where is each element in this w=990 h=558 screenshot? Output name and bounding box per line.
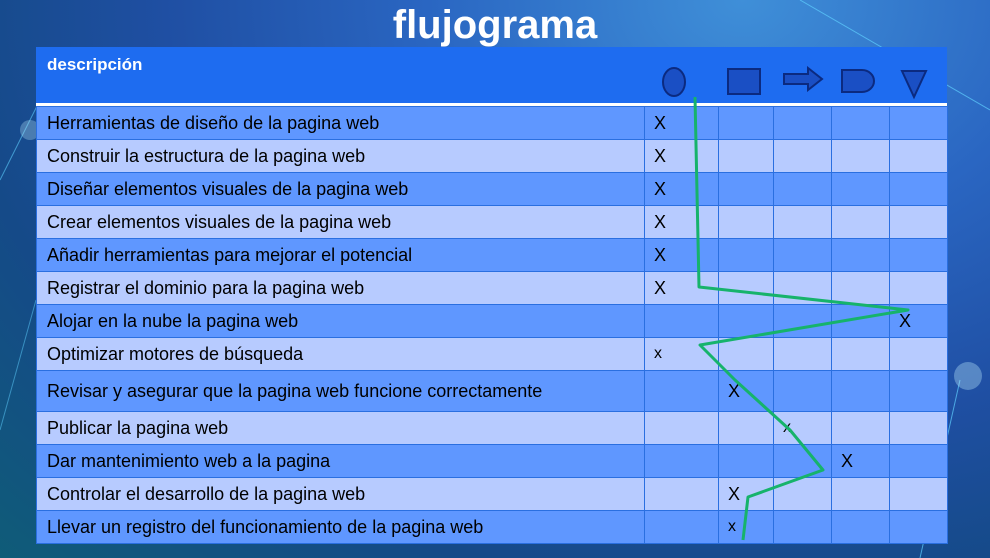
mark-cell (831, 411, 890, 445)
mark-cell (889, 238, 948, 272)
mark-cell: x (644, 337, 719, 371)
table-row: Alojar en la nube la pagina web X (36, 304, 948, 338)
table-row: Crear elementos visuales de la pagina we… (36, 205, 948, 239)
mark-cell (889, 271, 948, 305)
mark-cell (718, 238, 774, 272)
mark-cell (889, 370, 948, 412)
row-description: Diseñar elementos visuales de la pagina … (36, 172, 645, 206)
mark-cell (831, 477, 890, 511)
table-row: Llevar un registro del funcionamiento de… (36, 510, 948, 544)
mark-cell (773, 205, 832, 239)
mark-cell (644, 477, 719, 511)
table-row: Optimizar motores de búsqueda x (36, 337, 948, 371)
mark-cell (831, 106, 890, 140)
mark-cell (773, 477, 832, 511)
table-row: Registrar el dominio para la pagina web X (36, 271, 948, 305)
mark-cell (718, 411, 774, 445)
mark-cell (644, 510, 719, 544)
mark-cell: X (718, 477, 774, 511)
mark-cell (889, 337, 948, 371)
row-description: Añadir herramientas para mejorar el pote… (36, 238, 645, 272)
row-description: Crear elementos visuales de la pagina we… (36, 205, 645, 239)
mark-cell (773, 106, 832, 140)
mark-cell (644, 370, 719, 412)
row-description: Llevar un registro del funcionamiento de… (36, 510, 645, 544)
table-row: Controlar el desarrollo de la pagina web… (36, 477, 948, 511)
mark-cell: X (831, 444, 890, 478)
row-description: Revisar y asegurar que la pagina web fun… (36, 370, 645, 412)
row-description: Dar mantenimiento web a la pagina (36, 444, 645, 478)
row-description: Optimizar motores de búsqueda (36, 337, 645, 371)
mark-cell (889, 205, 948, 239)
mark-cell (889, 411, 948, 445)
mark-cell (889, 444, 948, 478)
mark-cell: X (644, 106, 719, 140)
mark-cell: x (773, 411, 832, 445)
mark-cell (773, 444, 832, 478)
mark-cell (773, 238, 832, 272)
activity-table: Herramientas de diseño de la pagina web X… (36, 106, 948, 544)
row-description: Controlar el desarrollo de la pagina web (36, 477, 645, 511)
mark-cell (718, 304, 774, 338)
mark-cell: X (644, 139, 719, 173)
row-description: Publicar la pagina web (36, 411, 645, 445)
mark-cell (718, 205, 774, 239)
mark-cell: X (889, 304, 948, 338)
mark-cell (644, 444, 719, 478)
mark-cell (773, 172, 832, 206)
mark-cell (718, 106, 774, 140)
table-row: Diseñar elementos visuales de la pagina … (36, 172, 948, 206)
mark-cell (889, 510, 948, 544)
mark-cell: x (718, 510, 774, 544)
mark-cell (889, 172, 948, 206)
table-row: Revisar y asegurar que la pagina web fun… (36, 370, 948, 412)
mark-cell: X (644, 172, 719, 206)
page-title: flujograma (392, 3, 598, 47)
mark-cell (773, 271, 832, 305)
table-row: Dar mantenimiento web a la pagina X (36, 444, 948, 478)
mark-cell: X (644, 238, 719, 272)
mark-cell (773, 304, 832, 338)
arrow-icon (783, 66, 824, 92)
mark-cell (773, 510, 832, 544)
mark-cell (831, 304, 890, 338)
mark-cell (718, 172, 774, 206)
mark-cell: X (644, 205, 719, 239)
mark-cell (831, 510, 890, 544)
triangle-icon (900, 70, 928, 100)
mark-cell (831, 172, 890, 206)
description-header: descripción (47, 55, 143, 74)
mark-cell (889, 477, 948, 511)
mark-cell (718, 444, 774, 478)
table-row: Publicar la pagina web x (36, 411, 948, 445)
mark-cell (831, 139, 890, 173)
delay-icon (841, 69, 875, 93)
mark-cell (718, 139, 774, 173)
row-description: Construir la estructura de la pagina web (36, 139, 645, 173)
mark-cell (831, 370, 890, 412)
mark-cell (889, 139, 948, 173)
mark-cell (718, 271, 774, 305)
mark-cell: X (644, 271, 719, 305)
mark-cell (831, 238, 890, 272)
table-row: Construir la estructura de la pagina web… (36, 139, 948, 173)
mark-cell (831, 337, 890, 371)
mark-cell (644, 304, 719, 338)
table-row: Añadir herramientas para mejorar el pote… (36, 238, 948, 272)
row-description: Herramientas de diseño de la pagina web (36, 106, 645, 140)
mark-cell (889, 106, 948, 140)
mark-cell (644, 411, 719, 445)
mark-cell (718, 337, 774, 371)
table-row: Herramientas de diseño de la pagina web X (36, 106, 948, 140)
mark-cell (773, 139, 832, 173)
oval-icon (662, 67, 686, 97)
mark-cell (773, 370, 832, 412)
row-description: Registrar el dominio para la pagina web (36, 271, 645, 305)
rectangle-icon (727, 68, 761, 95)
row-description: Alojar en la nube la pagina web (36, 304, 645, 338)
mark-cell (773, 337, 832, 371)
mark-cell: X (718, 370, 774, 412)
mark-cell (831, 271, 890, 305)
mark-cell (831, 205, 890, 239)
